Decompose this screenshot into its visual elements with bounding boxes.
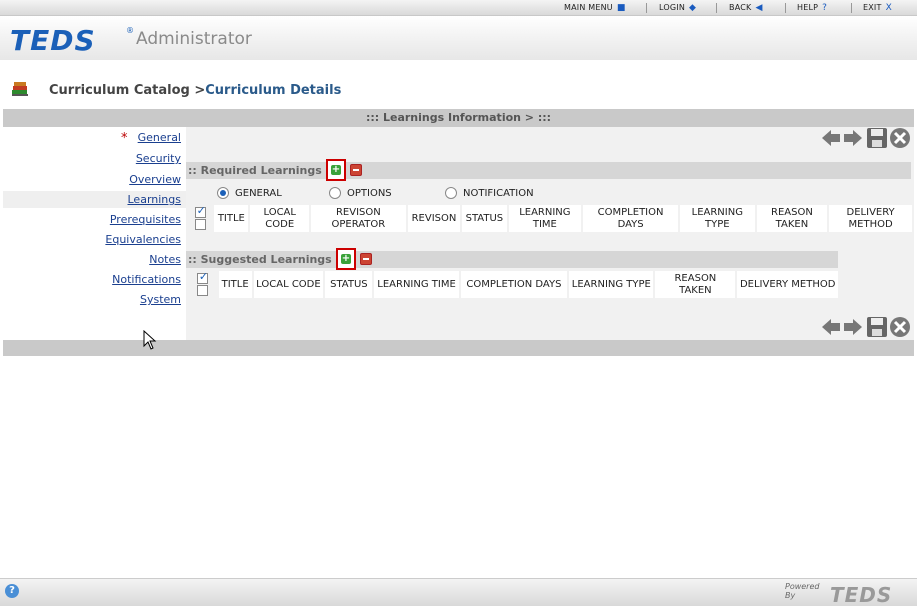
books-icon <box>12 82 28 96</box>
top-nav: MAIN MENU ■ LOGIN ◆ BACK ◀ HELP? EXIT X <box>0 0 917 16</box>
radio-selected-icon <box>217 187 229 199</box>
table-header-row: TITLE LOCAL CODE REVISON OPERATOR REVISO… <box>188 205 912 232</box>
column-header[interactable]: TITLE <box>214 205 249 232</box>
select-column <box>188 205 213 232</box>
sidebar-item-general[interactable]: General <box>138 131 181 144</box>
nav-divider <box>646 3 647 13</box>
column-header[interactable]: LEARNING TIME <box>508 205 582 232</box>
column-header[interactable]: COMPLETION DAYS <box>460 271 568 298</box>
nav-divider <box>716 3 717 13</box>
select-all-checkbox[interactable] <box>194 205 206 218</box>
bottom-toolbar <box>820 316 912 340</box>
footer-teds-logo: TEDS <box>830 583 893 607</box>
required-marker: * <box>121 131 128 146</box>
back-arrow-icon: ◀ <box>755 3 763 13</box>
select-all-checkbox[interactable] <box>196 271 208 284</box>
suggested-learnings-header: :: Suggested Learnings <box>186 251 838 268</box>
column-header[interactable]: DELIVERY METHOD <box>737 271 838 298</box>
column-header[interactable]: LEARNING TYPE <box>569 271 654 298</box>
diamond-icon: ◆ <box>689 3 697 13</box>
radio-options[interactable]: OPTIONS <box>329 187 392 199</box>
column-header[interactable]: LOCAL CODE <box>253 271 324 298</box>
sidebar-item-security[interactable]: Security <box>136 152 181 165</box>
exit-link[interactable]: EXIT X <box>863 3 892 14</box>
column-header[interactable]: TITLE <box>218 271 252 298</box>
back-link[interactable]: BACK ◀ <box>729 3 763 14</box>
sidebar-item-equivalencies[interactable]: Equivalencies <box>105 233 181 246</box>
radio-general[interactable]: GENERAL <box>217 187 282 199</box>
remove-suggested-learning-button[interactable] <box>360 253 372 265</box>
column-header[interactable]: COMPLETION DAYS <box>583 205 678 232</box>
arrow-left-icon[interactable] <box>820 127 842 149</box>
breadcrumb: Curriculum Catalog >Curriculum Details <box>49 83 341 98</box>
remove-required-learning-button[interactable] <box>350 164 362 176</box>
breadcrumb-parent[interactable]: Curriculum Catalog <box>49 83 190 98</box>
question-icon: ? <box>822 3 828 13</box>
clear-all-checkbox[interactable] <box>194 219 206 230</box>
breadcrumb-separator: > <box>194 83 206 98</box>
arrow-right-icon[interactable] <box>842 127 864 149</box>
sidebar: * General Security Overview Learnings Pr… <box>3 127 186 340</box>
breadcrumb-current: Curriculum Details <box>205 83 342 98</box>
help-icon[interactable]: ? <box>5 584 19 598</box>
column-header[interactable]: REVISON OPERATOR <box>310 205 406 232</box>
arrow-right-icon[interactable] <box>842 316 864 338</box>
square-icon: ■ <box>616 3 626 13</box>
column-header[interactable]: DELIVERY METHOD <box>829 205 912 232</box>
nav-divider <box>851 3 852 13</box>
plus-icon: + <box>331 164 341 175</box>
suggested-learnings-title: :: Suggested Learnings <box>188 253 332 266</box>
radio-unselected-icon <box>329 187 341 199</box>
powered-by-label: Powered By <box>785 582 820 600</box>
sidebar-item-learnings[interactable]: Learnings <box>128 193 182 206</box>
section-title-bar: ::: Learnings Information > ::: <box>3 109 914 127</box>
save-icon[interactable] <box>866 316 888 338</box>
required-learnings-table: TITLE LOCAL CODE REVISON OPERATOR REVISO… <box>186 203 914 234</box>
column-header[interactable]: LEARNING TIME <box>374 271 459 298</box>
suggested-learnings-table: TITLE LOCAL CODE STATUS LEARNING TIME CO… <box>186 269 840 300</box>
main-menu-link[interactable]: MAIN MENU ■ <box>564 3 626 14</box>
app-header: TEDS ® Administrator <box>0 16 917 60</box>
column-header[interactable]: STATUS <box>462 205 507 232</box>
clear-all-checkbox[interactable] <box>196 285 208 296</box>
column-header[interactable]: REASON TAKEN <box>655 271 736 298</box>
bottom-bar: ? Powered By TEDS <box>0 578 917 607</box>
add-suggested-learning-button[interactable]: + <box>336 248 356 270</box>
nav-divider <box>785 3 786 13</box>
close-icon[interactable] <box>889 127 911 149</box>
sidebar-item-overview[interactable]: Overview <box>129 173 181 186</box>
help-link[interactable]: HELP? <box>797 3 827 14</box>
sidebar-item-notes[interactable]: Notes <box>149 253 181 266</box>
app-subtitle: Administrator <box>136 29 252 49</box>
sidebar-item-prerequisites[interactable]: Prerequisites <box>110 213 181 226</box>
arrow-left-icon[interactable] <box>820 316 842 338</box>
radio-notification[interactable]: NOTIFICATION <box>445 187 534 199</box>
close-x-icon: X <box>885 3 892 13</box>
mouse-cursor-icon <box>143 330 157 350</box>
sidebar-item-notifications[interactable]: Notifications <box>112 273 181 286</box>
registered-mark: ® <box>126 26 134 35</box>
save-icon[interactable] <box>866 127 888 149</box>
plus-icon: + <box>341 253 351 264</box>
content-panel: :: Required Learnings + GENERAL OPTIONS … <box>186 127 914 340</box>
column-header[interactable]: REVISON <box>407 205 461 232</box>
required-learnings-header: :: Required Learnings <box>186 162 911 179</box>
column-header[interactable]: LEARNING TYPE <box>679 205 755 232</box>
login-link[interactable]: LOGIN ◆ <box>659 3 696 14</box>
table-header-row: TITLE LOCAL CODE STATUS LEARNING TIME CO… <box>188 271 838 298</box>
required-learnings-title: :: Required Learnings <box>188 164 322 177</box>
sidebar-item-system[interactable]: System <box>140 293 181 306</box>
radio-unselected-icon <box>445 187 457 199</box>
select-column <box>188 271 217 298</box>
teds-logo: TEDS <box>10 24 96 57</box>
top-toolbar <box>820 127 912 151</box>
column-header[interactable]: STATUS <box>325 271 373 298</box>
add-required-learning-button[interactable]: + <box>326 159 346 181</box>
column-header[interactable]: LOCAL CODE <box>250 205 309 232</box>
column-header[interactable]: REASON TAKEN <box>756 205 828 232</box>
close-icon[interactable] <box>889 316 911 338</box>
content-footer-bar <box>3 340 914 356</box>
